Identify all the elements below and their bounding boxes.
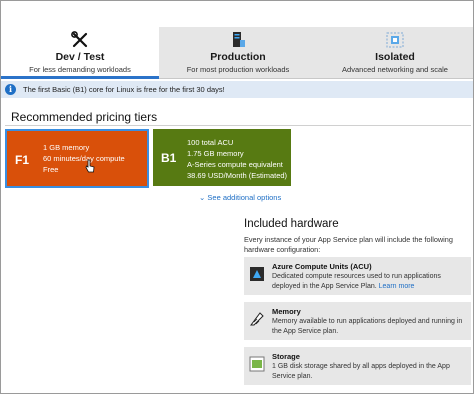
hardware-description: Memory available to run applications dep… (272, 318, 463, 335)
included-hardware-intro: Every instance of your App Service plan … (244, 235, 453, 254)
tab-title: Isolated (375, 51, 415, 63)
pricing-tabs: Dev / Test For less demanding workloads … (1, 1, 473, 79)
tier-detail-line: 1 GB memory (43, 143, 90, 152)
tier-detail-line: 100 total ACU (187, 138, 234, 147)
section-divider (5, 125, 471, 126)
tier-detail-line: A-Series compute equivalent (187, 160, 283, 169)
tab-dev-test[interactable]: Dev / Test For less demanding workloads (1, 27, 159, 79)
recommended-tiers-heading: Recommended pricing tiers (11, 110, 158, 124)
hardware-name: Azure Compute Units (ACU) (272, 262, 372, 271)
see-additional-options-link[interactable]: ⌄ See additional options (199, 193, 281, 202)
tier-details: 100 total ACU 1.75 GB memory A-Series co… (187, 137, 287, 181)
isolated-network-icon (386, 32, 404, 48)
see-more-label: See additional options (207, 193, 282, 202)
app-service-plan-blade: Dev / Test For less demanding workloads … (0, 0, 474, 394)
memory-icon (250, 312, 264, 326)
tier-detail-line: 1.75 GB memory (187, 149, 244, 158)
tier-detail-line: Free (43, 165, 59, 174)
storage-icon (249, 356, 265, 372)
tab-title: Production (210, 51, 266, 63)
tier-detail-line: 38.69 USD/Month (Estimated) (187, 171, 288, 180)
learn-more-link[interactable]: Learn more (379, 283, 415, 290)
info-icon: i (5, 84, 16, 95)
tier-b1-card[interactable]: B1 100 total ACU 1.75 GB memory A-Series… (153, 129, 291, 186)
tab-isolated[interactable]: Isolated Advanced networking and scale (317, 27, 473, 79)
tab-subtitle: Advanced networking and scale (342, 65, 448, 74)
tab-production[interactable]: Production For most production workloads (159, 27, 317, 79)
hardware-memory-card: Memory Memory available to run applicati… (244, 302, 471, 340)
hardware-name: Storage (272, 352, 300, 361)
hand-cursor-icon (85, 159, 95, 173)
hardware-desc-text: Dedicated compute resources used to run … (272, 273, 441, 290)
free-tier-banner: i The first Basic (B1) core for Linux is… (1, 81, 473, 98)
tier-f1-card[interactable]: F1 1 GB memory 60 minutes/day compute Fr… (5, 129, 149, 188)
hardware-description: Dedicated compute resources used to run … (272, 272, 468, 291)
included-hardware-heading: Included hardware (244, 218, 339, 230)
banner-text: The first Basic (B1) core for Linux is f… (23, 85, 225, 94)
tools-icon (71, 31, 88, 48)
tier-code: B1 (161, 151, 177, 165)
hardware-acu-card: Azure Compute Units (ACU) Dedicated comp… (244, 257, 471, 295)
hardware-storage-card: Storage 1 GB disk storage shared by all … (244, 347, 471, 385)
tier-details: 1 GB memory 60 minutes/day compute Free (43, 142, 125, 175)
tier-code: F1 (15, 153, 30, 167)
tab-subtitle: For most production workloads (186, 65, 290, 74)
server-icon (233, 32, 245, 47)
compute-icon (250, 267, 264, 281)
hardware-name: Memory (272, 307, 301, 316)
tab-subtitle: For less demanding workloads (29, 65, 131, 74)
chevron-down-icon: ⌄ (199, 193, 206, 202)
tier-detail-line: 60 minutes/day compute (43, 154, 125, 163)
tab-title: Dev / Test (55, 51, 105, 63)
hardware-description: 1 GB disk storage shared by all apps dep… (272, 363, 450, 380)
